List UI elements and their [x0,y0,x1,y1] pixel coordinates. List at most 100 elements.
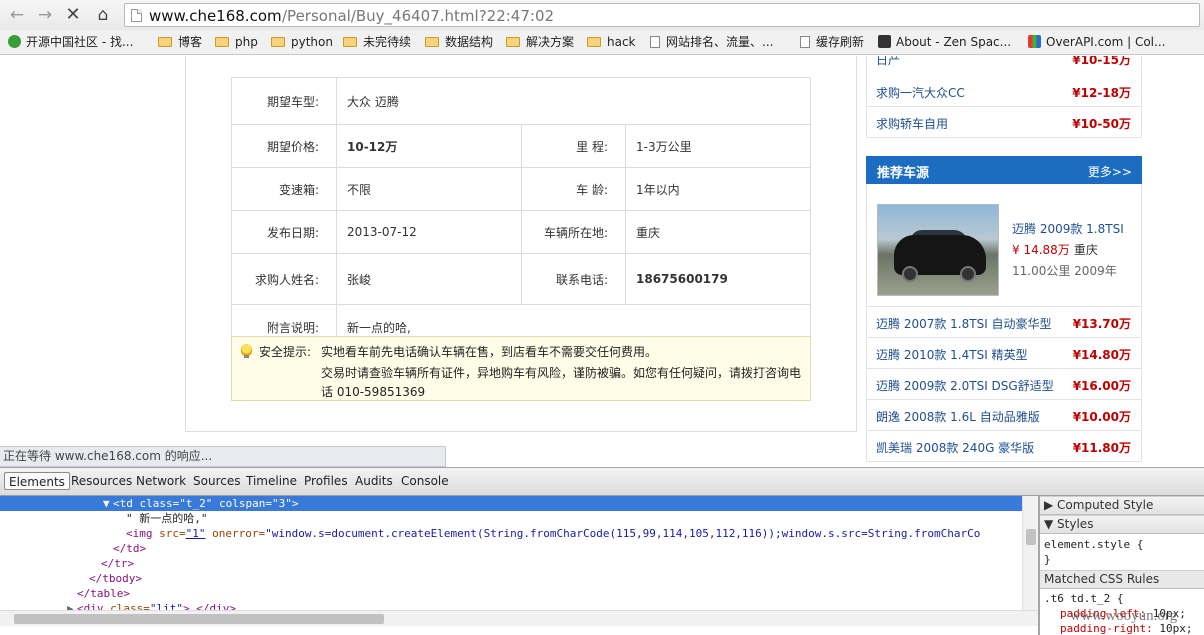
list-item[interactable]: 凯美瑞 2008款 240G 豪华版 ¥11.80万 [866,431,1142,462]
stop-button[interactable]: ✕ [62,4,84,26]
folder-icon [506,37,520,47]
bookmark-item[interactable]: OverAPI.com | Col... [1028,34,1165,51]
buyer-name-value: 张峻 [336,253,522,305]
computed-style-section[interactable]: ▶ Computed Style [1040,496,1204,515]
desired-model-value: 大众 迈腾 [336,77,811,125]
car-photo[interactable] [877,204,999,296]
desired-price-label: 期望价格: [231,124,337,168]
tab-timeline[interactable]: Timeline [246,474,297,492]
bookmark-item[interactable]: 网站排名、流量、... [650,34,773,51]
bookmark-item[interactable]: 缓存刷新 [800,34,864,51]
dom-node-close[interactable]: </table> [0,586,1022,601]
bookmark-item[interactable]: 博客 [158,34,202,51]
list-item[interactable]: 迈腾 2010款 1.4TSI 精英型 ¥14.80万 [866,338,1142,369]
address-bar[interactable]: www.che168.com /Personal/Buy_46407.html?… [124,3,1200,27]
recommend-more-link[interactable]: 更多>> [1088,163,1132,180]
table-row: 期望车型: 大众 迈腾 [231,77,811,125]
lightbulb-icon [241,344,252,358]
tab-audits[interactable]: Audits [355,474,393,492]
collapse-triangle-icon: ▼ [1044,517,1058,531]
bookmark-item[interactable]: hack [587,34,636,51]
bookmark-item[interactable]: php [215,34,258,51]
list-item[interactable]: 朗逸 2008款 1.6L 自动品雅版 ¥10.00万 [866,400,1142,431]
tab-resources[interactable]: Resources [71,474,132,492]
dom-vertical-scrollbar[interactable] [1022,496,1038,610]
watermark: www.wooyun.org [1070,608,1178,624]
tab-profiles[interactable]: Profiles [304,474,348,492]
back-button[interactable]: ← [6,4,28,26]
feature-car-city: 重庆 [1073,243,1098,257]
devtools-panel: Elements Resources Network Sources Timel… [0,467,1204,635]
bookmark-item[interactable]: 开源中国社区 - 找... [8,34,133,51]
safety-tip-label: 安全提示: [259,345,312,359]
dom-node-close[interactable]: </td> [0,541,1022,556]
site-icon [878,35,891,48]
dom-tree[interactable]: ▼ <td class="t_2" colspan="3"> " 新一点的哈," … [0,496,1038,610]
folder-icon [271,37,285,47]
table-row: 变速箱: 不限 车 龄: 1年以内 [231,167,811,211]
post-date-label: 发布日期: [231,210,337,254]
element-style-rule[interactable]: element.style { [1044,538,1143,551]
desired-model-label: 期望车型: [231,77,337,125]
url-path: /Personal/Buy_46407.html?22:47:02 [282,7,555,25]
dom-node-div[interactable]: ▶ <div class="lit">…</div> [0,601,1022,610]
bookmark-item[interactable]: About - Zen Spac... [878,34,1011,51]
list-item[interactable]: 迈腾 2007款 1.8TSI 自动豪华型 ¥13.70万 [866,307,1142,338]
status-bubble: 正在等待 www.che168.com 的响应... [0,446,446,467]
dom-node-close[interactable]: </tbody> [0,571,1022,586]
list-item[interactable]: 迈腾 2009款 2.0TSI DSG舒适型 ¥16.00万 [866,369,1142,400]
safety-tip-line: 话 010-59851369 [321,385,426,399]
bookmark-item[interactable]: python [271,34,333,51]
dom-node-td[interactable]: ▼ <td class="t_2" colspan="3"> [0,496,1022,511]
recommend-feature-card[interactable]: 迈腾 2009款 1.8TSI ¥ 14.88万 重庆 11.00公里 2009年 [866,184,1142,307]
dom-node-close[interactable]: </tr> [0,556,1022,571]
location-value: 重庆 [625,210,811,254]
tab-network[interactable]: Network [136,474,186,492]
list-item[interactable]: 求购轿车自用 ¥10-50万 [866,107,1142,138]
site-icon [1028,35,1041,48]
page-icon [131,9,142,22]
back-arrow-icon: ← [9,5,25,25]
dom-node-text[interactable]: " 新一点的哈," [0,511,1022,526]
mileage-value: 1-3万公里 [625,124,811,168]
styles-section[interactable]: ▼ Styles [1040,515,1204,534]
browser-toolbar: ← → ✕ ⌂ www.che168.com /Personal/Buy_464… [0,0,1204,30]
dom-node-img[interactable]: <img src="1" onerror="window.s=document.… [0,526,1022,541]
site-icon [8,35,21,48]
expand-triangle-icon[interactable]: ▶ [67,601,77,610]
feature-car-meta: 11.00公里 2009年 [1012,264,1117,278]
location-label: 车辆所在地: [521,210,626,254]
gearbox-label: 变速箱: [231,167,337,211]
bookmark-item[interactable]: 数据结构 [425,34,493,51]
tab-console[interactable]: Console [401,474,449,492]
expand-triangle-icon[interactable]: ▼ [103,496,113,511]
age-label: 车 龄: [521,167,626,211]
list-item[interactable]: 求购一汽大众CC ¥12-18万 [866,76,1142,107]
page-viewport: 期望车型: 大众 迈腾 期望价格: 10-12万 里 程: 1-3万公里 变速箱… [0,56,1204,467]
buyer-name-label: 求购人姓名: [231,253,337,305]
bookmarks-bar: 开源中国社区 - 找... 博客 php python 未完待续 数据结构 解决… [0,30,1204,55]
recommend-header: 推荐车源 更多>> [866,156,1142,184]
tab-sources[interactable]: Sources [193,474,240,492]
css-rule-selector[interactable]: .t6 td.t_2 { [1044,592,1123,605]
forward-button[interactable]: → [34,4,56,26]
url-host: www.che168.com [149,7,282,25]
feature-car-title[interactable]: 迈腾 2009款 1.8TSI [1012,220,1124,237]
buy-request-panel: 期望车型: 大众 迈腾 期望价格: 10-12万 里 程: 1-3万公里 变速箱… [185,56,857,432]
home-button[interactable]: ⌂ [92,4,114,26]
home-icon: ⌂ [97,5,109,25]
recommend-title: 推荐车源 [877,166,930,181]
dom-horizontal-scrollbar[interactable] [0,610,1038,626]
tab-elements[interactable]: Elements [4,472,70,490]
folder-icon [343,37,357,47]
desired-price-value: 10-12万 [336,124,522,168]
buy-request-table: 期望车型: 大众 迈腾 期望价格: 10-12万 里 程: 1-3万公里 变速箱… [231,77,811,351]
right-sidebar: 日产 ¥10-15万 求购一汽大众CC ¥12-18万 求购轿车自用 ¥10-5… [866,56,1142,467]
table-row: 期望价格: 10-12万 里 程: 1-3万公里 [231,124,811,168]
bookmark-item[interactable]: 未完待续 [343,34,411,51]
phone-value: 18675600179 [625,253,811,305]
bookmark-item[interactable]: 解决方案 [506,34,574,51]
feature-car-price: ¥ 14.88万 [1012,243,1070,257]
list-item[interactable]: 日产 ¥10-15万 [866,56,1142,78]
folder-icon [158,37,172,47]
